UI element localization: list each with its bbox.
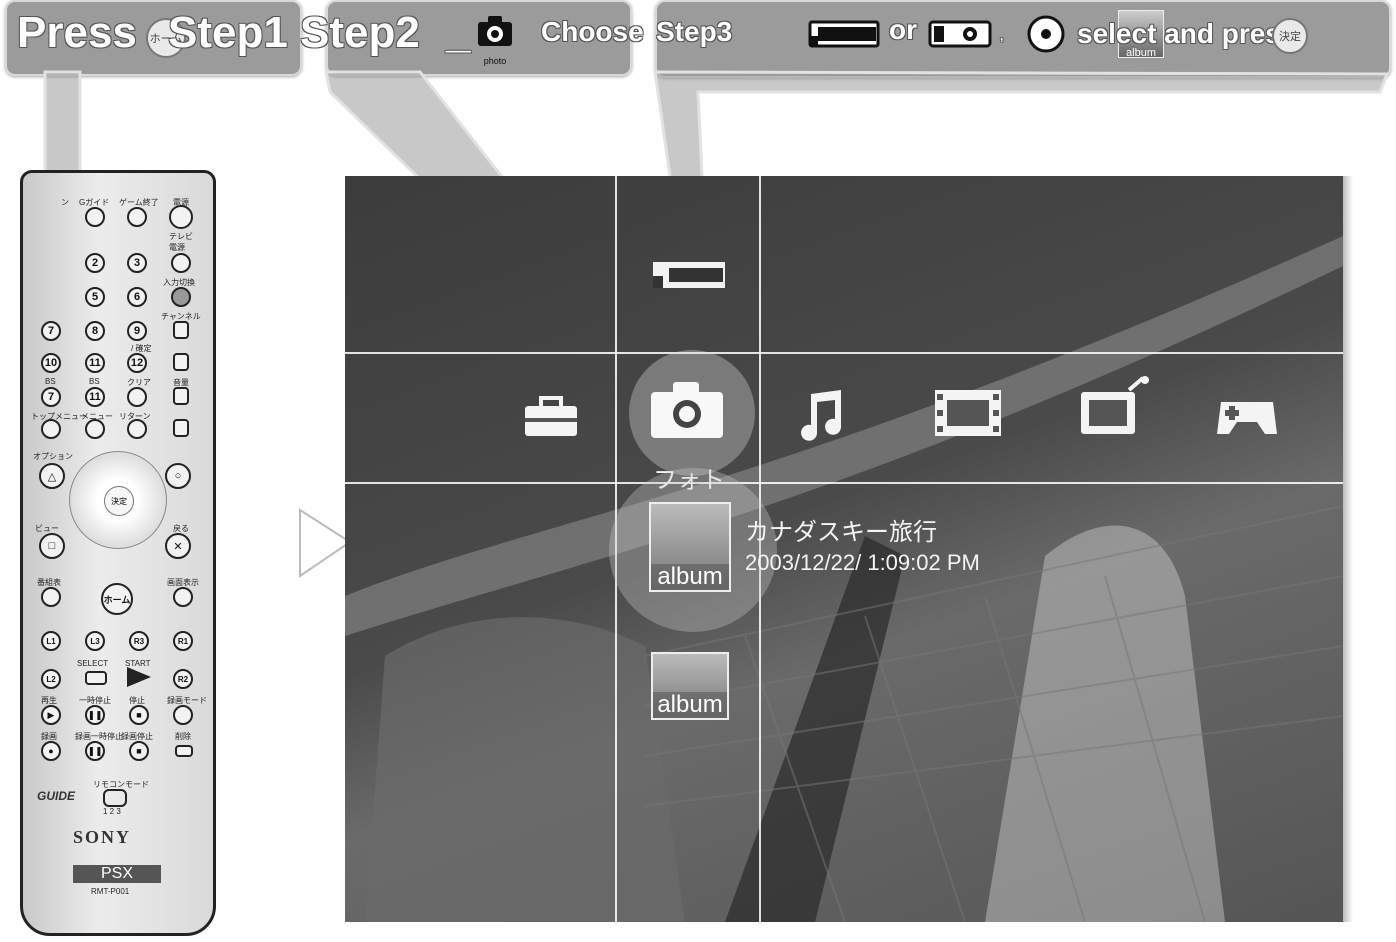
enter-button-icon: 決定 bbox=[1272, 18, 1308, 54]
bs-7-button[interactable]: 7 bbox=[41, 387, 61, 407]
r3-button[interactable]: R3 bbox=[129, 631, 149, 651]
number-11-button[interactable]: 11 bbox=[85, 353, 105, 373]
clear-button[interactable] bbox=[127, 387, 147, 407]
play-button[interactable]: ▶ bbox=[41, 705, 61, 725]
photo-icon: photo bbox=[472, 10, 518, 66]
remote-label-n: ン bbox=[61, 198, 69, 207]
rec-button[interactable]: ● bbox=[41, 741, 61, 761]
memory-stick-icon[interactable] bbox=[651, 258, 727, 292]
game-end-button[interactable] bbox=[127, 207, 147, 227]
selected-item-date: 2003/12/22/ 1:09:02 PM bbox=[745, 550, 980, 575]
bs-label-2: BS bbox=[89, 377, 100, 386]
volume-down-button[interactable] bbox=[173, 419, 189, 437]
dpad-center-button[interactable]: 決定 bbox=[104, 486, 134, 516]
separator-comma: , bbox=[1000, 29, 1004, 43]
remote-home-button[interactable]: ホーム bbox=[101, 583, 133, 615]
return-button[interactable] bbox=[127, 419, 147, 439]
dpad[interactable]: 決定 bbox=[69, 451, 167, 549]
photo-icon-caption: photo bbox=[483, 56, 507, 66]
option-label: オプション bbox=[33, 452, 73, 461]
psx-badge: PSX bbox=[73, 865, 161, 883]
input-button[interactable] bbox=[171, 287, 191, 307]
l2-button[interactable]: L2 bbox=[41, 669, 61, 689]
next-album-thumbnail[interactable]: album bbox=[651, 652, 729, 720]
tv-power-button[interactable] bbox=[171, 253, 191, 273]
l1-button[interactable]: L1 bbox=[41, 631, 61, 651]
select-button[interactable] bbox=[85, 671, 107, 685]
rec-mode-label: 録画モード bbox=[167, 696, 207, 705]
tv-power-label: テレビ 電源 bbox=[169, 232, 193, 252]
rec-stop-button[interactable]: ■ bbox=[129, 741, 149, 761]
cf-card-icon bbox=[928, 18, 992, 55]
number-9-button[interactable]: 9 bbox=[127, 321, 147, 341]
r1-button[interactable]: R1 bbox=[173, 631, 193, 651]
next-album-badge: album bbox=[653, 692, 727, 718]
step2-dash: _ bbox=[446, 8, 471, 57]
r2-button[interactable]: R2 bbox=[173, 669, 193, 689]
selected-item-title: カナダスキー旅行 bbox=[745, 519, 937, 546]
number-12-button[interactable]: 12 bbox=[127, 353, 147, 373]
step3-label: Step3 bbox=[656, 16, 733, 47]
remote-control: ン Gガイド ゲーム終了 電源 テレビ 電源 2 3 入力切換 5 6 チャンネ… bbox=[20, 170, 216, 936]
rec-mode-button[interactable] bbox=[173, 705, 193, 725]
tv-icon[interactable] bbox=[1079, 376, 1151, 438]
rec-pause-button[interactable]: ❚❚ bbox=[85, 741, 105, 761]
view-label: ビュー bbox=[35, 524, 59, 533]
program-list-button[interactable] bbox=[41, 587, 61, 607]
step2-label: Step2 bbox=[300, 8, 420, 57]
press-text: Press bbox=[17, 8, 137, 57]
sony-logo: SONY bbox=[73, 827, 132, 847]
delete-button[interactable] bbox=[175, 745, 193, 757]
disc-icon bbox=[1026, 14, 1066, 59]
number-10-button[interactable]: 10 bbox=[41, 353, 61, 373]
screen-display-button[interactable] bbox=[173, 587, 193, 607]
number-8-button[interactable]: 8 bbox=[85, 321, 105, 341]
channel-down-button[interactable] bbox=[173, 353, 189, 371]
power-button[interactable] bbox=[169, 205, 193, 229]
selected-album-thumbnail[interactable]: album bbox=[649, 502, 731, 592]
delete-label: 削除 bbox=[175, 732, 191, 741]
photo-category-icon[interactable] bbox=[647, 376, 727, 440]
music-icon[interactable] bbox=[801, 386, 849, 442]
guide-logo: GUIDE bbox=[37, 789, 76, 803]
channel-up-button[interactable] bbox=[173, 321, 189, 339]
number-3-button[interactable]: 3 bbox=[127, 253, 147, 273]
rec-pause-label: 録画一時停止 bbox=[75, 732, 123, 741]
step1-label: Step1 bbox=[168, 8, 288, 57]
top-menu-label: トップメニュー bbox=[31, 412, 87, 421]
menu-button[interactable] bbox=[85, 419, 105, 439]
bs-11-button[interactable]: 11 bbox=[85, 387, 105, 407]
cross-button[interactable]: ✕ bbox=[165, 533, 191, 559]
remote-mode-nums: 1 2 3 bbox=[103, 807, 121, 816]
select-and-press-text: select and press bbox=[1077, 18, 1297, 49]
bs-label-1: BS bbox=[45, 377, 56, 386]
top-menu-button[interactable] bbox=[41, 419, 61, 439]
stop-button[interactable]: ■ bbox=[129, 705, 149, 725]
square-button[interactable]: □ bbox=[39, 533, 65, 559]
memory-stick-icon bbox=[808, 18, 880, 55]
l3-button[interactable]: L3 bbox=[85, 631, 105, 651]
video-icon[interactable] bbox=[933, 388, 1003, 438]
start-button[interactable] bbox=[127, 667, 151, 687]
gguide-button[interactable] bbox=[85, 207, 105, 227]
circle-button[interactable]: ○ bbox=[165, 463, 191, 489]
settings-icon[interactable] bbox=[521, 394, 581, 440]
screen-shadow bbox=[1343, 176, 1353, 922]
number-5-button[interactable]: 5 bbox=[85, 287, 105, 307]
triangle-button[interactable]: △ bbox=[39, 463, 65, 489]
background-photo bbox=[345, 236, 1343, 922]
xmb-screen: フォト album カナダスキー旅行 2003/12/22/ 1:09:02 P… bbox=[345, 176, 1343, 922]
model-number: RMT-P001 bbox=[91, 887, 130, 896]
volume-up-button[interactable] bbox=[173, 387, 189, 405]
selected-album-badge: album bbox=[651, 564, 729, 590]
game-icon[interactable] bbox=[1215, 394, 1279, 440]
pause-button[interactable]: ❚❚ bbox=[85, 705, 105, 725]
number-2-button[interactable]: 2 bbox=[85, 253, 105, 273]
choose-text: Choose bbox=[541, 16, 644, 47]
select-label: SELECT bbox=[77, 659, 109, 668]
remote-mode-switch[interactable] bbox=[103, 789, 127, 807]
or-text: or bbox=[889, 14, 917, 45]
number-7-button[interactable]: 7 bbox=[41, 321, 61, 341]
number-6-button[interactable]: 6 bbox=[127, 287, 147, 307]
